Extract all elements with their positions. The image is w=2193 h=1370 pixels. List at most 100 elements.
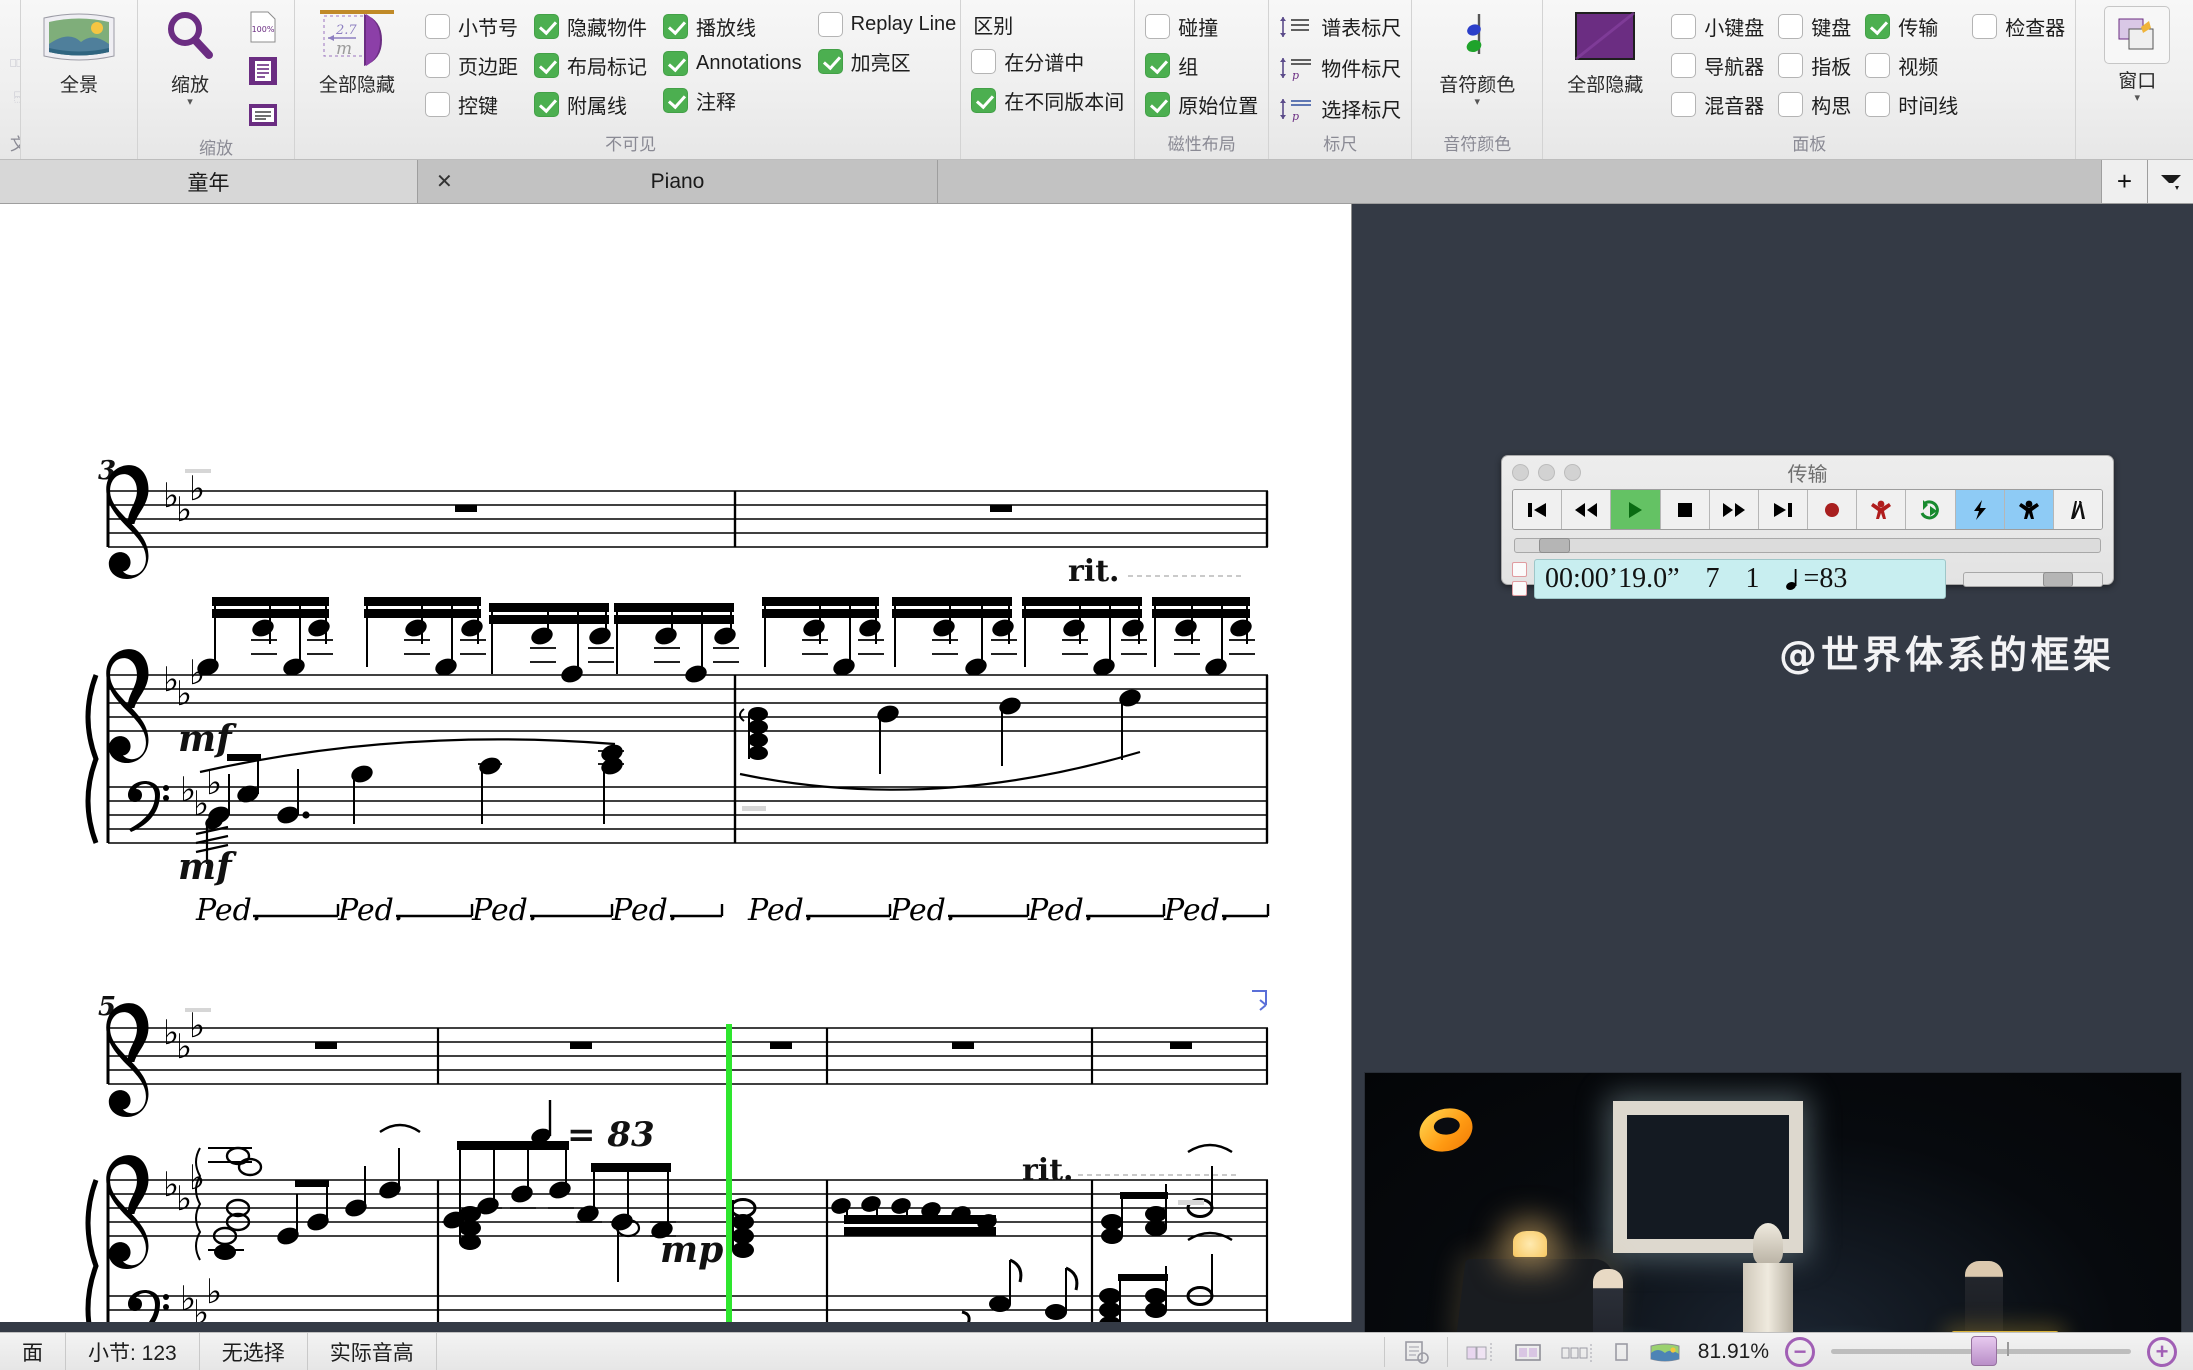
stop-button[interactable]	[1660, 490, 1710, 529]
transport-volume-slider[interactable]	[1963, 571, 2103, 587]
checkbox-replay-line[interactable]: Replay Line	[817, 12, 956, 37]
checkbox-mixer[interactable]: 混音器	[1671, 90, 1764, 119]
checkbox-annotations-box[interactable]	[663, 51, 688, 76]
checkbox-ideas-box[interactable]	[1778, 92, 1804, 117]
checkbox-annotations[interactable]: Annotations	[663, 51, 802, 76]
status-selection[interactable]: 无选择	[200, 1332, 308, 1370]
window-control-dots[interactable]	[1512, 464, 1581, 481]
panorama-view-icon[interactable]	[1648, 1339, 1682, 1365]
doc-view-page-row[interactable]: 页面	[10, 12, 20, 46]
checkbox-between-versions[interactable]: 在不同版本间	[971, 86, 1124, 115]
checkbox-timeline-box[interactable]	[1865, 92, 1891, 117]
live-playback-button[interactable]	[2004, 490, 2054, 529]
checkbox-collisions[interactable]: 碰撞	[1145, 12, 1258, 41]
close-dot[interactable]	[1512, 464, 1529, 481]
checkbox-inspector[interactable]: 检查器	[1972, 12, 2065, 41]
go-to-start-button[interactable]	[1513, 490, 1563, 529]
checkbox-keyboard-box[interactable]	[1778, 14, 1804, 39]
zoom-100-percent-icon[interactable]: 100%	[242, 8, 284, 46]
checkbox-video[interactable]: 视频	[1865, 51, 1958, 80]
tab-score-childhood[interactable]: 童年	[0, 160, 418, 203]
zoom-slider-knob[interactable]	[1971, 1336, 1997, 1366]
panorama-button[interactable]: 全景	[31, 4, 127, 97]
checkbox-transport-box[interactable]	[1865, 14, 1891, 39]
loop-button[interactable]	[1906, 490, 1956, 529]
checkbox-highlights-box[interactable]	[817, 49, 843, 74]
hide-all-invisibles-button[interactable]: 2.7 m 全部隐藏	[305, 4, 409, 97]
flexi-time-button[interactable]	[1955, 490, 2005, 529]
checkbox-playback-line-box[interactable]	[663, 14, 688, 39]
zoom-button[interactable]: 缩放 ▾	[148, 4, 232, 108]
spread-view-icon[interactable]	[1464, 1339, 1496, 1365]
checkbox-playback-line[interactable]: 播放线	[663, 12, 802, 41]
status-bar-number[interactable]: 小节: 123	[66, 1332, 200, 1370]
music-notation[interactable]: 3 ♭♭♭ rit. ♭♭♭ ♭♭♭ mf mf Ped. Ped. Ped. …	[0, 204, 1352, 1322]
checkbox-between-versions-box[interactable]	[971, 88, 997, 113]
doc-view-vertical-row[interactable]: 垂直地	[10, 80, 20, 114]
tab-part-piano[interactable]: ✕ Piano	[418, 160, 938, 203]
doc-view-horizontal-row[interactable]: 水平地	[10, 46, 20, 80]
checkbox-navigator-box[interactable]	[1671, 53, 1697, 78]
tab-menu-button[interactable]	[2147, 160, 2193, 203]
checkbox-keyboard[interactable]: 键盘	[1778, 12, 1851, 41]
zoom-in-button[interactable]: +	[2147, 1336, 2177, 1367]
checkbox-layout-marks-box[interactable]	[534, 53, 559, 78]
metronome-button[interactable]	[2053, 490, 2102, 529]
transport-panel[interactable]: 传输 00:00’19.0” 7 1 =83	[1501, 455, 2114, 599]
checkbox-timeline[interactable]: 时间线	[1865, 90, 1958, 119]
checkbox-mixer-box[interactable]	[1671, 92, 1697, 117]
checkbox-handles[interactable]: 控键	[425, 90, 518, 119]
checkbox-bar-numbers-box[interactable]	[425, 14, 450, 39]
checkbox-in-parts[interactable]: 在分谱中	[971, 47, 1124, 76]
transport-slider-knob[interactable]	[1539, 538, 1570, 553]
transport-readout[interactable]: 00:00’19.0” 7 1 =83	[1534, 559, 1946, 599]
checkbox-hidden-objects-box[interactable]	[534, 14, 559, 39]
checkbox-page-margins-box[interactable]	[425, 53, 450, 78]
checkbox-original-positions[interactable]: 原始位置	[1145, 90, 1258, 119]
volume-slider-knob[interactable]	[2042, 571, 2073, 587]
menu-item-object-ruler[interactable]: p 物件标尺	[1279, 53, 1401, 82]
multi-page-view-icon[interactable]	[1560, 1339, 1594, 1365]
minimize-dot[interactable]	[1538, 464, 1555, 481]
checkbox-keypad-box[interactable]	[1671, 14, 1697, 39]
record-button[interactable]	[1808, 490, 1858, 529]
score-page[interactable]: 3 ♭ ♭ ♭ rit. ♭ ♭ ♭ ♭ ♭ ♭ mf mf Ped. Ped.…	[0, 204, 1352, 1322]
status-pitch[interactable]: 实际音高	[308, 1332, 437, 1370]
checkbox-transport[interactable]: 传输	[1865, 12, 1958, 41]
note-color-button[interactable]: 音符颜色 ▾	[1422, 4, 1532, 108]
checkbox-comments-box[interactable]	[663, 88, 688, 113]
score-workspace[interactable]: 3 ♭ ♭ ♭ rit. ♭ ♭ ♭ ♭ ♭ ♭ mf mf Ped. Ped.…	[0, 204, 2193, 1370]
go-to-end-button[interactable]	[1758, 490, 1809, 529]
status-page[interactable]: 面	[0, 1332, 66, 1370]
checkbox-hidden-objects[interactable]: 隐藏物件	[534, 12, 647, 41]
checkbox-video-box[interactable]	[1865, 53, 1891, 78]
hide-all-panels-button[interactable]: 全部隐藏	[1553, 4, 1657, 97]
play-button[interactable]	[1611, 490, 1661, 529]
checkbox-comments[interactable]: 注释	[663, 86, 802, 115]
chevron-down-icon[interactable]: ▾	[187, 97, 193, 108]
checkbox-layout-marks[interactable]: 布局标记	[534, 51, 647, 80]
checkbox-navigator[interactable]: 导航器	[1671, 51, 1764, 80]
checkbox-in-parts-box[interactable]	[971, 49, 997, 74]
checkbox-bar-numbers[interactable]: 小节号	[425, 12, 518, 41]
new-tab-button[interactable]: +	[2101, 160, 2147, 203]
fit-width-icon[interactable]	[242, 96, 284, 134]
zoom-out-button[interactable]: −	[1785, 1336, 1815, 1367]
checkbox-groups[interactable]: 组	[1145, 51, 1258, 80]
checkbox-replay-line-box[interactable]	[817, 12, 843, 37]
checkbox-keypad[interactable]: 小键盘	[1671, 12, 1764, 41]
checkbox-fretboard-box[interactable]	[1778, 53, 1804, 78]
fit-page-icon[interactable]	[242, 52, 284, 90]
transport-position-slider[interactable]	[1514, 538, 2101, 553]
checkbox-fretboard[interactable]: 指板	[1778, 51, 1851, 80]
checkbox-highlights[interactable]: 加亮区	[817, 47, 957, 76]
rewind-button[interactable]	[1562, 490, 1612, 529]
checkbox-collisions-box[interactable]	[1145, 14, 1171, 39]
video-panel[interactable]	[1364, 1072, 2182, 1370]
checkbox-page-margins[interactable]: 页边距	[425, 51, 518, 80]
checkbox-ideas[interactable]: 构思	[1778, 90, 1851, 119]
window-button[interactable]: 窗口 ▾	[2094, 4, 2180, 104]
menu-item-staff-ruler[interactable]: 谱表标尺	[1279, 12, 1401, 41]
menu-item-selection-ruler[interactable]: p 选择标尺	[1279, 94, 1401, 123]
print-layout-icon[interactable]	[1401, 1338, 1431, 1366]
